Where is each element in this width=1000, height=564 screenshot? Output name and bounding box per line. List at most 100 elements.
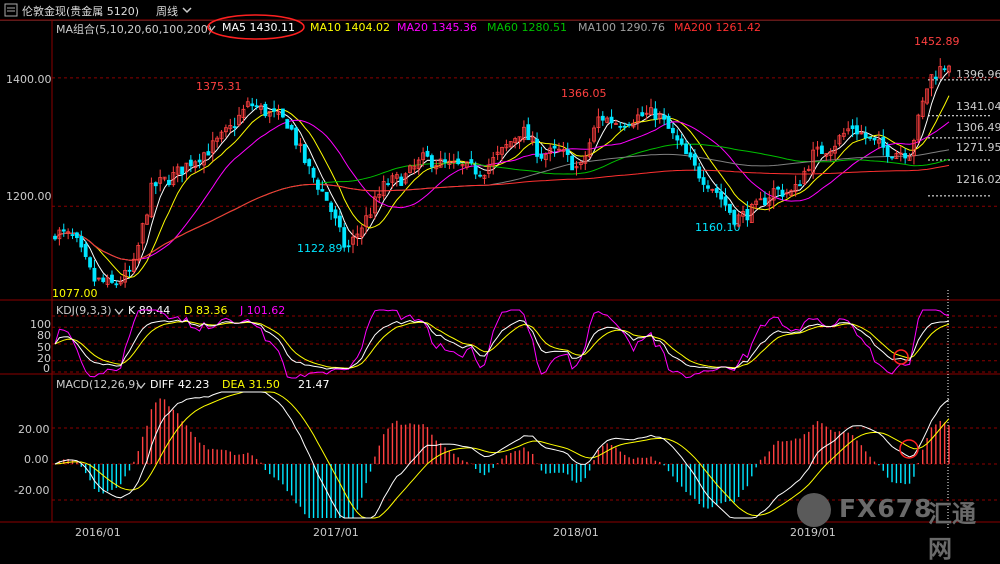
candle-body — [868, 136, 873, 139]
logo-cn: 汇通网 — [928, 500, 976, 563]
candle-body — [679, 138, 684, 145]
candle-body — [855, 125, 859, 135]
candle-body — [701, 177, 706, 185]
candle-body — [79, 236, 84, 248]
candle-body — [539, 153, 544, 159]
candle-body — [885, 145, 890, 157]
candle-body — [872, 137, 877, 141]
candle-body — [53, 235, 57, 240]
candle-body — [850, 125, 855, 130]
candle-body — [903, 153, 908, 159]
candle-body — [324, 191, 329, 201]
candle-body — [684, 143, 688, 155]
candle-body — [429, 155, 434, 168]
candle-body — [75, 232, 79, 239]
candle-body — [61, 229, 66, 232]
candle-body — [723, 196, 728, 206]
candle-body — [776, 186, 780, 190]
candle-body — [188, 159, 193, 167]
candle-body — [688, 152, 693, 158]
candle-body — [127, 269, 132, 272]
candle-body — [88, 257, 92, 268]
candle-body — [627, 123, 631, 126]
candle-body — [153, 182, 158, 187]
candle-body — [294, 127, 298, 146]
candle-body — [666, 115, 671, 129]
candle-body — [526, 124, 531, 141]
candle-body — [719, 191, 724, 200]
candle-body — [114, 283, 119, 286]
candle-body — [881, 137, 886, 148]
ma20-line — [54, 119, 950, 261]
candle-body — [653, 108, 658, 120]
candle-body — [662, 115, 667, 120]
candle-body — [697, 166, 702, 179]
candle-body — [552, 145, 557, 149]
candle-body — [206, 151, 211, 156]
candle-body — [675, 135, 680, 141]
ma10-line — [54, 95, 950, 279]
candle-body — [478, 174, 482, 177]
candle-body — [727, 203, 732, 213]
candle-body — [640, 112, 645, 117]
candle-body — [250, 103, 255, 107]
candle-body — [863, 132, 868, 139]
highlight-marks — [207, 14, 919, 459]
candle-body — [83, 243, 88, 257]
candle-body — [180, 166, 184, 175]
candlesticks — [53, 58, 951, 288]
logo-text: FX678 — [839, 494, 933, 523]
candle-body — [671, 127, 675, 134]
candle-body — [254, 105, 259, 108]
candle-body — [443, 159, 447, 163]
candle-body — [933, 76, 938, 79]
candle-body — [763, 197, 767, 206]
candle-body — [110, 274, 114, 283]
panel-frames — [0, 19, 1000, 530]
candle-body — [333, 209, 338, 219]
candle-body — [570, 155, 575, 171]
candle-body — [798, 184, 802, 187]
candle-body — [399, 176, 404, 186]
candle-body — [425, 150, 430, 157]
candle-body — [285, 119, 290, 129]
candle-body — [346, 245, 351, 248]
candle-body — [535, 138, 539, 157]
candle-body — [692, 153, 697, 166]
candle-body — [609, 116, 614, 124]
candle-body — [820, 145, 824, 155]
candle-body — [272, 108, 277, 112]
candle-body — [600, 115, 605, 121]
candle-body — [565, 149, 570, 155]
candle-body — [329, 202, 333, 212]
candle-body — [307, 159, 312, 167]
candle-body — [745, 208, 750, 221]
logo-globe-icon — [797, 493, 831, 527]
candle-body — [618, 125, 623, 128]
candle-body — [320, 189, 325, 192]
candle-body — [622, 125, 627, 128]
candle-body — [289, 124, 294, 130]
candle-body — [342, 227, 347, 248]
candle-body — [263, 103, 268, 117]
candle-body — [167, 179, 171, 186]
candle-body — [942, 68, 947, 71]
candle-body — [780, 189, 785, 197]
ma5-highlight-circle — [207, 14, 305, 40]
candle-body — [732, 209, 737, 225]
candle-body — [469, 159, 474, 164]
candle-body — [280, 108, 285, 118]
candle-body — [890, 156, 894, 159]
candle-body — [92, 267, 97, 282]
candle-body — [456, 158, 461, 165]
moving-average-lines — [54, 70, 950, 283]
candle-body — [101, 277, 106, 282]
candle-body — [311, 167, 316, 178]
chart-canvas[interactable] — [0, 0, 1000, 540]
candle-body — [386, 183, 390, 185]
fx678-logo: FX678 汇通网 — [795, 490, 995, 563]
ma5-line — [54, 70, 950, 283]
candle-body — [473, 165, 478, 175]
candle-body — [197, 159, 202, 163]
candle-body — [232, 126, 237, 129]
